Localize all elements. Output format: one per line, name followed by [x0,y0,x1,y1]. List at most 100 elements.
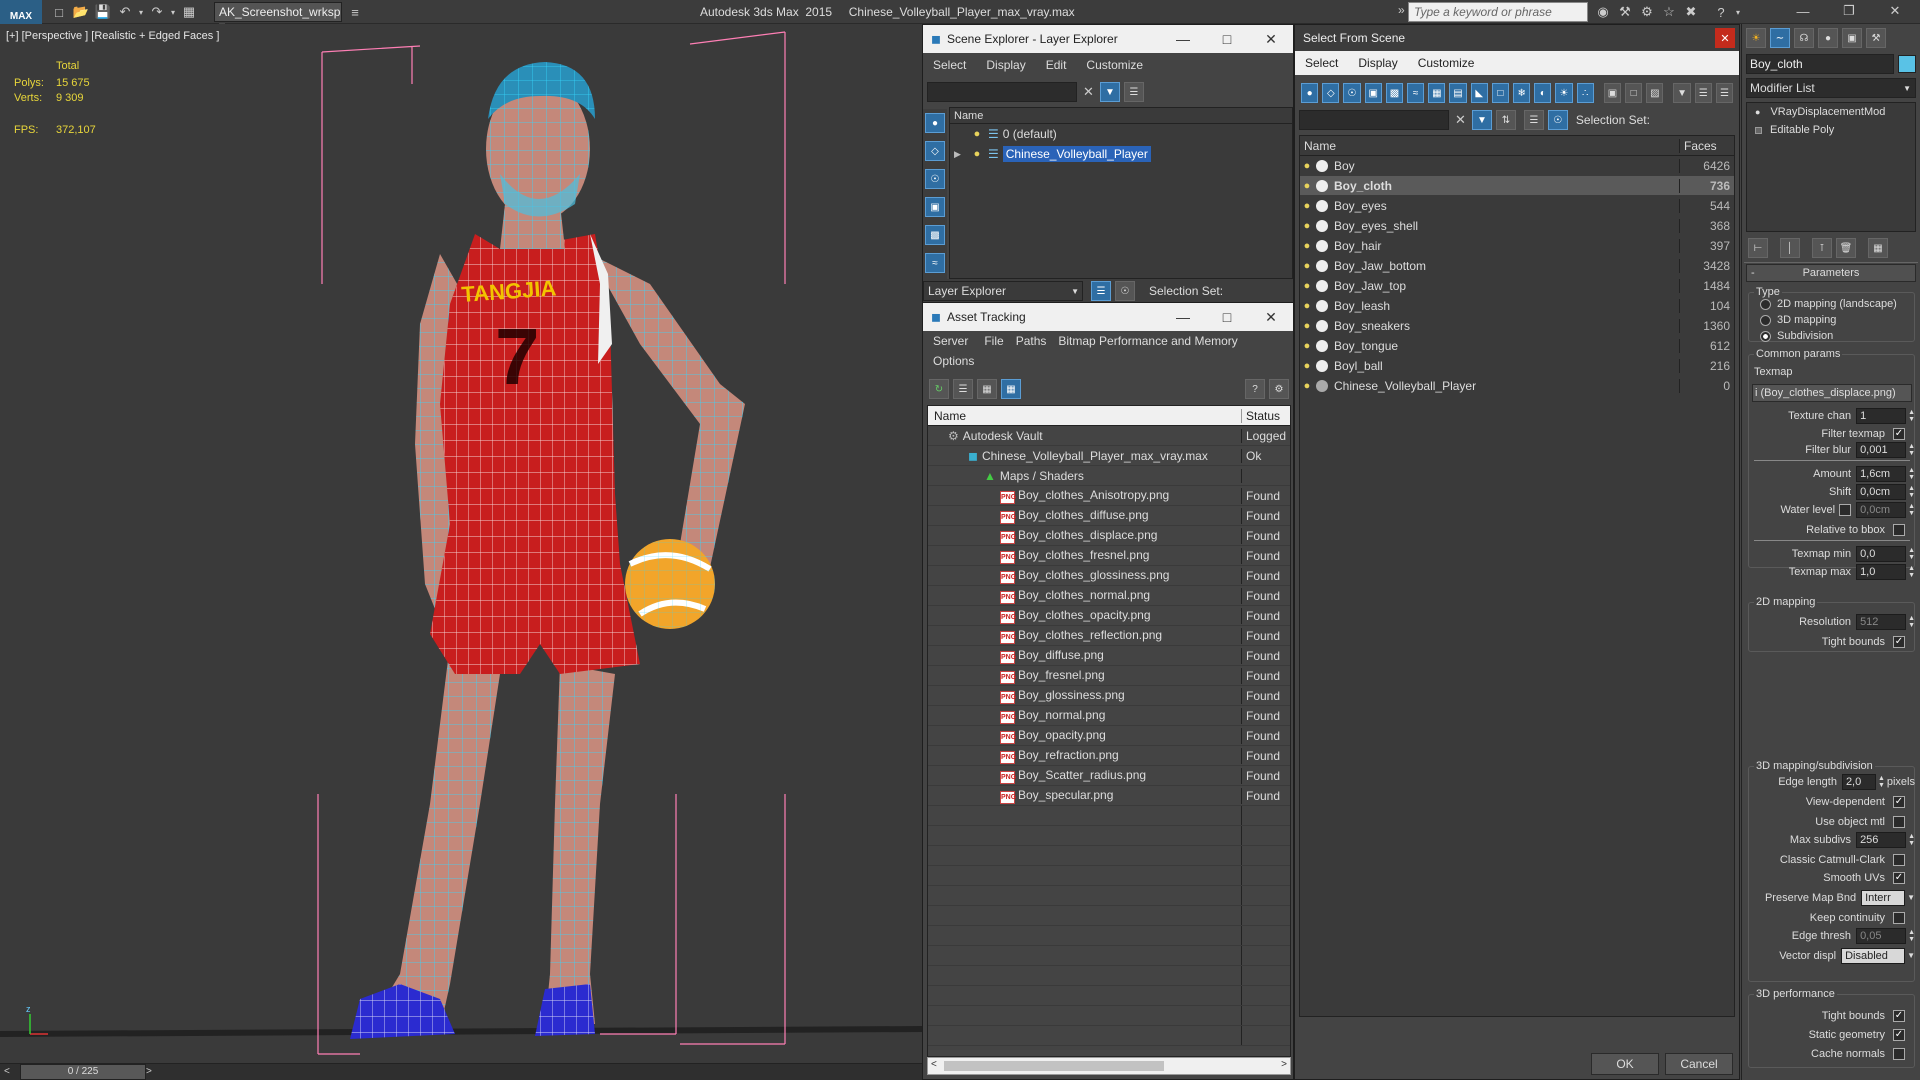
sfs-lights-filter-icon[interactable]: ☉ [1343,83,1361,103]
exchange-icon[interactable]: ✖ [1680,1,1702,23]
sfs-invert-display-icon[interactable]: ▨ [1646,83,1664,103]
scene-object-row[interactable]: ● Boy_Jaw_top 1484 [1300,276,1734,296]
sfs-find-input[interactable] [1299,110,1449,130]
bulb-icon[interactable]: ● [1300,200,1314,212]
parameters-rollout-header[interactable]: - Parameters [1746,264,1916,282]
static-geometry-checkbox[interactable]: ✓ [1893,1028,1905,1041]
stack-item-editable-poly[interactable]: Editable Poly [1747,121,1915,139]
sfs-hidden-filter-icon[interactable]: ◐ [1534,83,1552,103]
tight-bounds-3d-checkbox[interactable]: ✓ [1893,1009,1905,1022]
vector-displ-dropdown[interactable]: Disabled [1841,947,1906,964]
cache-normals-checkbox[interactable] [1893,1047,1905,1060]
at-horizontal-scrollbar[interactable]: < > [927,1057,1291,1075]
make-unique-icon[interactable]: ⊺ [1812,238,1832,258]
sfs-frozen-filter-icon[interactable]: ❄ [1513,83,1531,103]
se-display-shapes-icon[interactable]: ◇ [925,141,945,161]
filter-texmap-checkbox[interactable]: ✓ [1893,427,1905,440]
type-3d-radio[interactable]: 3D mapping [1760,314,1836,326]
amount-spinner[interactable]: 1,6cm [1856,465,1907,482]
se-display-helpers-icon[interactable]: ▩ [925,225,945,245]
asset-row-map[interactable]: PNG Boy_glossiness.png Found [928,686,1290,706]
at-settings-icon[interactable]: ⚙ [1269,379,1289,399]
water-level-checkbox[interactable] [1839,503,1852,516]
se-menu-select[interactable]: Select [923,58,976,72]
at-menu-file[interactable]: File [978,334,1009,348]
app-logo[interactable]: MAX [0,0,42,24]
sfs-menu-display[interactable]: Display [1348,56,1407,70]
scene-object-row[interactable]: ● Boyl_ball 216 [1300,356,1734,376]
sfs-sort-icon[interactable]: ⇅ [1495,110,1516,130]
favorites-star-icon[interactable]: ☆ [1658,1,1680,23]
sfs-close-icon[interactable]: ✕ [1715,28,1735,48]
asset-row-maps-folder[interactable]: ▲ Maps / Shaders [928,466,1290,486]
catmull-clark-checkbox[interactable] [1893,853,1905,866]
sfs-ok-button[interactable]: OK [1591,1053,1659,1075]
help-dropdown-icon[interactable]: ▾ [1732,1,1744,23]
hierarchy-tab-icon[interactable]: ☊ [1794,28,1814,48]
at-column-status[interactable]: Status [1242,409,1280,423]
type-subdivision-radio[interactable]: Subdivision [1760,330,1833,342]
at-menu-bitmap[interactable]: Bitmap Performance and Memory [1052,334,1243,348]
se-layer-add-icon[interactable]: ☰ [1123,82,1144,102]
spinner-arrows-icon[interactable]: ▲ ▼ [1908,565,1915,579]
asset-tracking-titlebar[interactable]: ◼ Asset Tracking — □ ✕ [923,303,1293,331]
spinner-arrows-icon[interactable]: ▲ ▼ [1908,929,1915,943]
spinner-arrows-icon[interactable]: ▲ ▼ [1908,443,1915,457]
smooth-uvs-checkbox[interactable]: ✓ [1893,871,1905,884]
sfs-hierarchy-filter-icon[interactable]: ☰ [1694,83,1712,103]
scene-explorer-titlebar[interactable]: ◼ Scene Explorer - Layer Explorer — □ ✕ [923,25,1293,53]
project-folder-icon[interactable]: ▦ [178,1,200,23]
layer-row-player[interactable]: ▶ ● ☰ Chinese_Volleyball_Player [950,144,1292,164]
at-grid-view-icon[interactable]: ▦ [1001,379,1021,399]
at-menu-paths[interactable]: Paths [1010,334,1053,348]
bulb-icon[interactable]: ● [970,128,984,140]
dropdown-arrow-icon[interactable]: ▼ [1907,951,1915,960]
search-input[interactable]: Type a keyword or phrase [1408,2,1588,22]
se-display-geometry-icon[interactable]: ● [925,113,945,133]
scene-explorer-maximize-icon[interactable]: □ [1205,25,1249,53]
texture-chan-spinner[interactable]: 1 [1856,407,1907,424]
time-slider-thumb[interactable]: 0 / 225 [20,1064,146,1080]
modify-tab-icon[interactable]: ∼ [1770,28,1790,48]
at-list-icon[interactable]: ☰ [953,379,973,399]
object-color-swatch[interactable] [1898,55,1916,73]
sfs-layer-filter-icon[interactable]: ☰ [1715,83,1734,103]
open-file-icon[interactable]: 📂 [70,1,92,23]
se-menu-display[interactable]: Display [976,58,1035,72]
redo-icon[interactable]: ↷ [146,1,168,23]
edge-length-spinner[interactable]: 2,0 [1841,773,1876,790]
keep-continuity-checkbox[interactable] [1893,911,1905,924]
at-menu-options[interactable]: Options [923,354,984,368]
spinner-arrows-icon[interactable]: ▲ ▼ [1908,409,1915,423]
sfs-groups-filter-icon[interactable]: ▦ [1428,83,1446,103]
scene-object-row[interactable]: ● Boy 6426 [1300,156,1734,176]
layer-row-default[interactable]: ● ☰ 0 (default) [950,124,1292,144]
at-column-name[interactable]: Name [928,408,1242,423]
sfs-geometry-filter-icon[interactable]: ● [1301,83,1319,103]
scroll-thumb[interactable] [944,1061,1164,1071]
asset-row-map[interactable]: PNG Boy_refraction.png Found [928,746,1290,766]
asset-row-maxfile[interactable]: ◼ Chinese_Volleyball_Player_max_vray.max … [928,446,1290,466]
at-menu-server[interactable]: Server [923,334,978,348]
se-clear-icon[interactable]: ✕ [1083,84,1094,100]
sfs-shapes-filter-icon[interactable]: ◇ [1322,83,1340,103]
asset-row-map[interactable]: PNG Boy_clothes_Anisotropy.png Found [928,486,1290,506]
restore-icon[interactable]: ❐ [1826,0,1872,22]
timeline-prev-icon[interactable]: < [4,1066,10,1077]
tight-bounds-2d-checkbox[interactable]: ✓ [1893,635,1905,648]
scene-object-row[interactable]: ● Boy_leash 104 [1300,296,1734,316]
texmap-button[interactable]: i (Boy_clothes_displace.png) [1752,384,1912,402]
scene-object-row[interactable]: ● Boy_tongue 612 [1300,336,1734,356]
water-level-spinner[interactable]: 0,0cm [1856,501,1907,518]
asset-row-map[interactable]: PNG Boy_clothes_glossiness.png Found [928,566,1290,586]
spinner-arrows-icon[interactable]: ▲ ▼ [1908,503,1915,517]
se-display-cameras-icon[interactable]: ▣ [925,197,945,217]
se-find-input[interactable] [927,82,1077,102]
sfs-column-name[interactable]: Name [1300,138,1680,153]
save-icon[interactable]: 💾 [92,1,114,23]
edge-thresh-spinner[interactable]: 0,05 [1856,927,1907,944]
workspace-dropdown[interactable]: AK_Screenshot_wrksp ▾ [214,2,342,33]
sfs-display-all-icon[interactable]: ▣ [1603,83,1622,103]
scene-object-row[interactable]: ● Boy_cloth 736 [1300,176,1734,196]
create-tab-icon[interactable]: ☀ [1746,28,1766,48]
